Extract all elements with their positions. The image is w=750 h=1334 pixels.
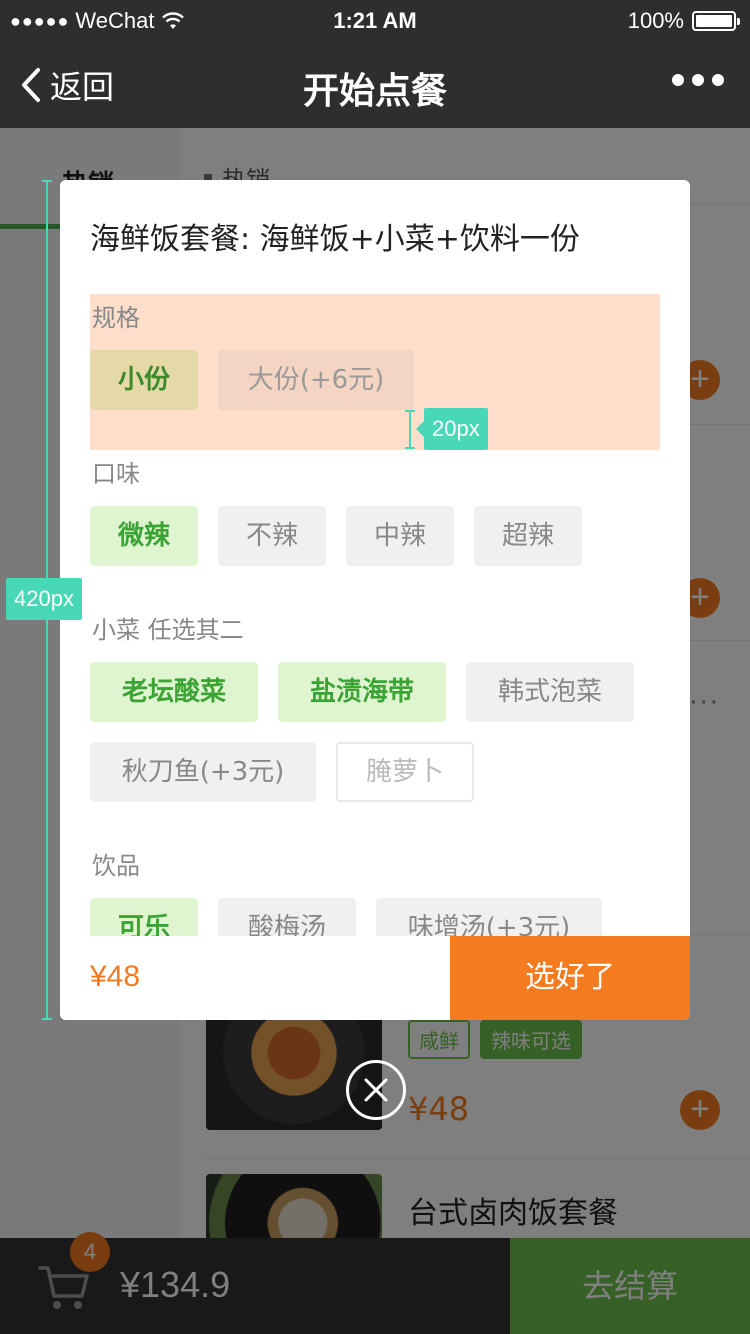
status-right: 100%	[627, 8, 740, 34]
section-label: 口味	[92, 460, 140, 488]
close-icon	[364, 1078, 388, 1102]
option-pickled-radish: 腌萝卜	[336, 742, 474, 802]
measure-cap	[42, 1018, 52, 1020]
battery-icon	[692, 11, 740, 31]
page-title: 开始点餐	[302, 71, 447, 112]
option-miso-soup[interactable]: 味增汤(+3元)	[376, 898, 602, 936]
option-mild-spicy[interactable]: 微辣	[90, 506, 198, 566]
option-cola[interactable]: 可乐	[90, 898, 198, 936]
status-bar: ●●●●● WeChat 1:21 AM 100%	[0, 0, 750, 40]
confirm-button[interactable]: 选好了	[450, 936, 690, 1020]
option-saury[interactable]: 秋刀鱼(+3元)	[90, 742, 316, 802]
spacing-measure-line	[409, 410, 411, 448]
nav-bar: 返回 开始点餐	[0, 40, 750, 128]
more-menu-icon[interactable]	[672, 74, 724, 86]
measure-cap	[405, 410, 415, 412]
option-medium-spicy[interactable]: 中辣	[346, 506, 454, 566]
measure-cap	[405, 447, 415, 449]
measure-cap	[42, 180, 52, 182]
spacing-label: 20px	[416, 408, 488, 450]
modal-footer: ¥48 选好了	[60, 936, 690, 1020]
battery-percent: 100%	[627, 8, 684, 33]
option-extra-spicy[interactable]: 超辣	[474, 506, 582, 566]
height-label: 420px	[6, 578, 82, 620]
modal-title: 海鲜饭套餐: 海鲜饭+小菜+饮料一份	[90, 222, 580, 257]
selected-price: ¥48	[90, 960, 141, 993]
option-pickled-cabbage[interactable]: 老坛酸菜	[90, 662, 258, 722]
option-not-spicy[interactable]: 不辣	[218, 506, 326, 566]
section-label: 规格	[92, 304, 140, 332]
option-kimchi[interactable]: 韩式泡菜	[466, 662, 634, 722]
option-salted-kelp[interactable]: 盐渍海带	[278, 662, 446, 722]
modal-options-scroll[interactable]: 规格 小份 大份(+6元) 口味 微辣 不辣 中辣 超辣 小菜 任选其二 老坛酸…	[60, 292, 690, 936]
option-small[interactable]: 小份	[90, 350, 198, 410]
option-large[interactable]: 大份(+6元)	[218, 350, 414, 410]
option-plum-juice[interactable]: 酸梅汤	[218, 898, 356, 936]
close-modal-button[interactable]	[346, 1060, 406, 1120]
section-label: 小菜 任选其二	[92, 616, 244, 644]
option-modal: 海鲜饭套餐: 海鲜饭+小菜+饮料一份 规格 小份 大份(+6元) 口味 微辣 不…	[60, 180, 690, 1020]
section-label: 饮品	[92, 852, 140, 880]
